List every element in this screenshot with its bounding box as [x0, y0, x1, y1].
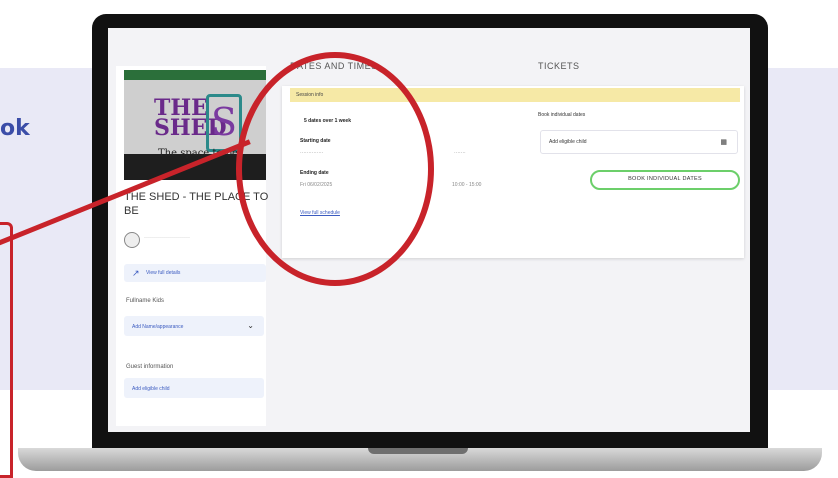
external-link-icon: ↗ [132, 268, 140, 278]
organizer-name: ······················· [144, 235, 190, 241]
book-individual-dates-label: Book individual dates [538, 112, 586, 118]
tickets-heading: TICKETS [538, 61, 580, 71]
view-full-details-button[interactable]: ↗ View full details [124, 264, 266, 282]
fullname-label: Fullname Kids [126, 298, 165, 304]
organizer-avatar [124, 232, 140, 248]
promo-heading-fragment: ok [0, 116, 30, 141]
fullname-select-value: Add Name/appearance [132, 324, 184, 330]
organizer-row: ······················· [124, 232, 270, 248]
laptop-base-notch [368, 448, 468, 454]
guest-select[interactable]: Add eligible child [124, 378, 264, 398]
fullname-select[interactable]: Add Name/appearance ⌄ [124, 316, 264, 336]
promo-red-frame [0, 222, 13, 478]
eligible-child-select-value: Add eligible child [549, 139, 587, 145]
eligible-child-select[interactable]: Add eligible child ▦ [540, 130, 738, 154]
laptop-screen: THE SHED S The space to be THE SHED - TH… [108, 28, 750, 432]
magnifier-highlight-ring [236, 52, 434, 286]
chevron-down-icon: ⌄ [247, 321, 254, 330]
book-individual-dates-button-label: BOOK INDIVIDUAL DATES [628, 176, 702, 182]
guest-select-value: Add eligible child [132, 386, 170, 392]
time-range: 10:00 - 15:00 [452, 182, 482, 188]
book-individual-dates-button[interactable]: BOOK INDIVIDUAL DATES [590, 170, 740, 190]
starting-time-value: ······· [454, 150, 466, 156]
guest-label: Guest information [126, 364, 174, 370]
calendar-icon: ▦ [720, 139, 727, 146]
image-top-strip [124, 70, 266, 80]
view-full-details-label: View full details [146, 270, 181, 276]
